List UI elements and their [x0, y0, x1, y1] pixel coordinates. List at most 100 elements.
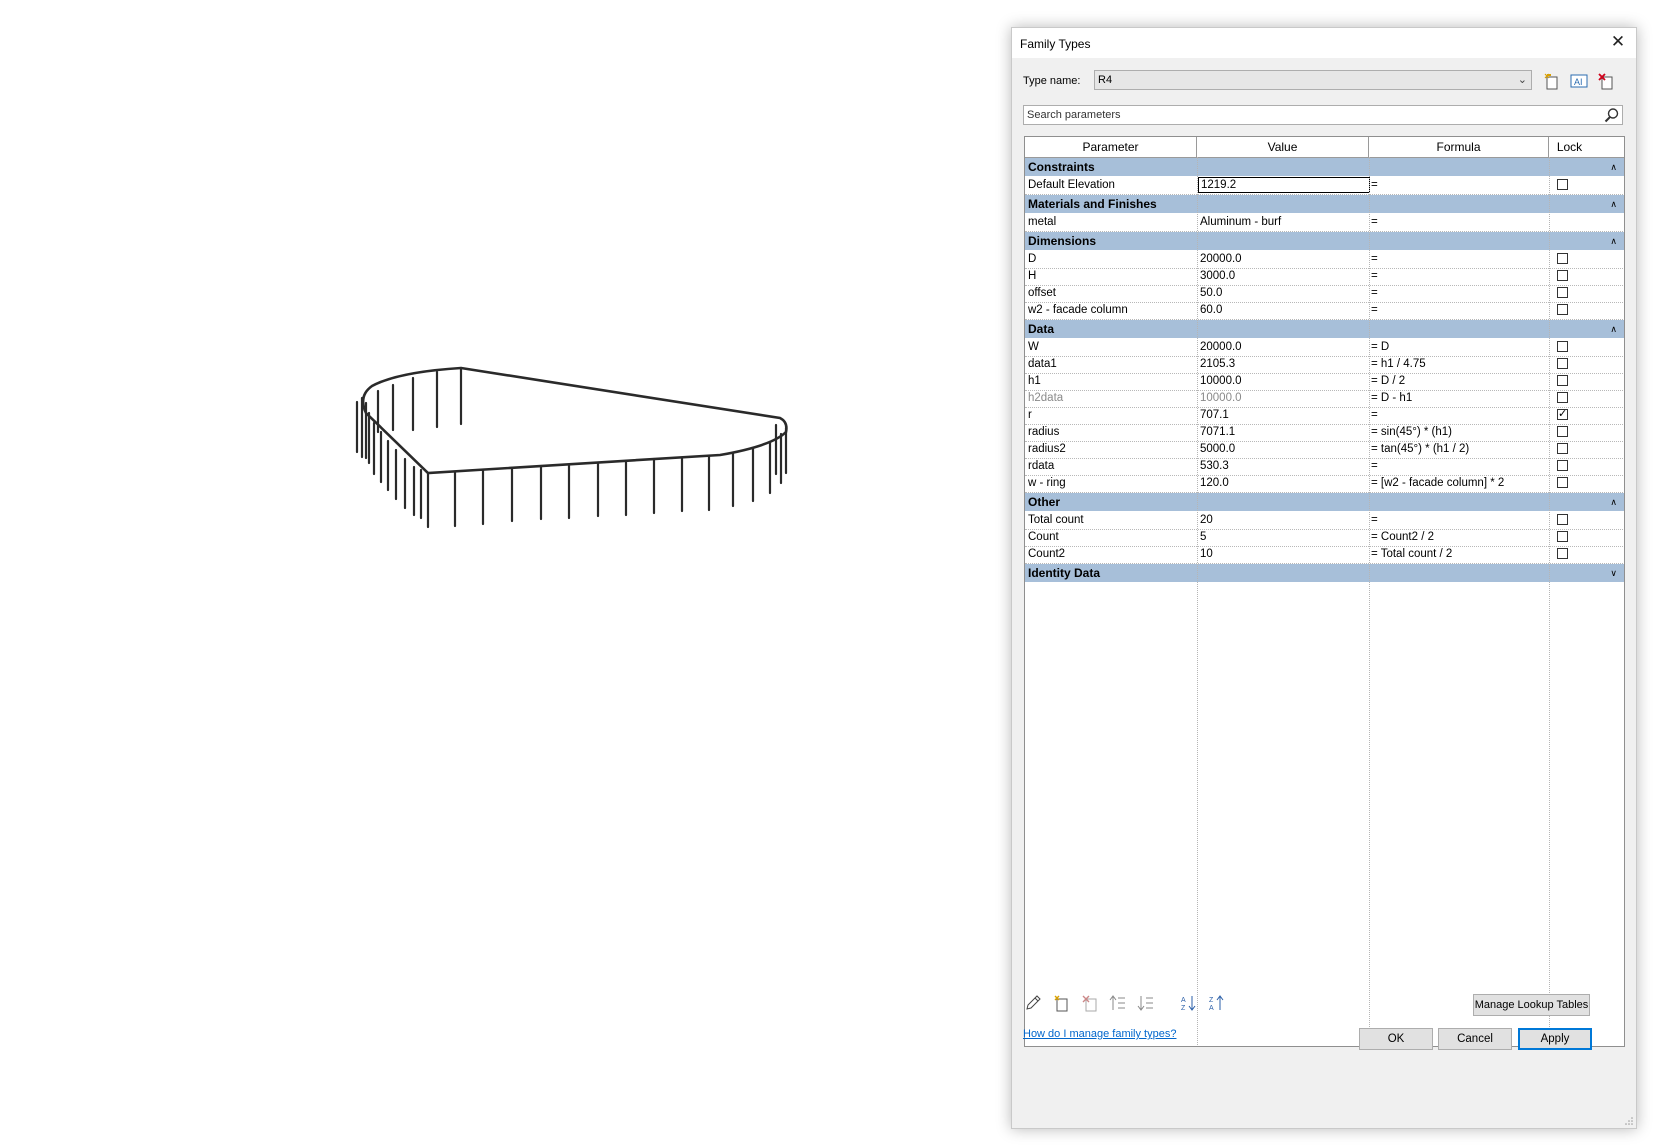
parameter-row[interactable]: Default Elevation 1219.2 = — [1025, 177, 1624, 195]
lock-checkbox[interactable] — [1557, 443, 1568, 454]
group-header[interactable]: Identity Data ∨ — [1025, 564, 1624, 582]
parameter-value[interactable]: 3000.0 — [1200, 268, 1370, 285]
parameter-row[interactable]: offset 50.0 = — [1025, 285, 1624, 303]
parameter-row[interactable]: W 20000.0 = D — [1025, 339, 1624, 357]
parameter-value[interactable]: 530.3 — [1200, 458, 1370, 475]
new-type-icon[interactable] — [1543, 72, 1561, 90]
parameter-formula[interactable]: = — [1371, 302, 1551, 319]
group-header[interactable]: Dimensions ∧ — [1025, 232, 1624, 250]
parameter-value[interactable]: 5000.0 — [1200, 441, 1370, 458]
parameter-row[interactable]: r 707.1 = — [1025, 407, 1624, 425]
parameter-value[interactable]: 20 — [1200, 512, 1370, 529]
group-header[interactable]: Data ∧ — [1025, 320, 1624, 338]
parameter-row[interactable]: data1 2105.3 = h1 / 4.75 — [1025, 356, 1624, 374]
parameter-formula[interactable]: = D / 2 — [1371, 373, 1551, 390]
parameter-row[interactable]: radius2 5000.0 = tan(45°) * (h1 / 2) — [1025, 441, 1624, 459]
sort-ascending-icon[interactable]: A Z — [1180, 994, 1198, 1012]
parameter-row[interactable]: radius 7071.1 = sin(45°) * (h1) — [1025, 424, 1624, 442]
manage-lookup-tables-button[interactable]: Manage Lookup Tables — [1473, 994, 1590, 1016]
lock-checkbox[interactable] — [1557, 407, 1568, 420]
parameter-row[interactable]: h1 10000.0 = D / 2 — [1025, 373, 1624, 391]
lock-checkbox[interactable] — [1557, 253, 1568, 264]
move-down-icon[interactable] — [1137, 994, 1155, 1012]
collapse-icon[interactable]: ∧ — [1610, 158, 1617, 176]
search-icon[interactable] — [1604, 107, 1620, 123]
parameter-formula[interactable]: = — [1371, 251, 1551, 268]
parameter-formula[interactable]: = — [1371, 285, 1551, 302]
lock-checkbox[interactable] — [1557, 341, 1568, 352]
parameter-row[interactable]: Count2 10 = Total count / 2 — [1025, 546, 1624, 564]
delete-parameter-icon[interactable] — [1081, 994, 1099, 1012]
sort-descending-icon[interactable]: Z A — [1208, 994, 1226, 1012]
type-name-select[interactable]: R4 ⌄ — [1094, 70, 1532, 90]
parameter-row[interactable]: w2 - facade column 60.0 = — [1025, 302, 1624, 320]
search-parameters-input[interactable]: Search parameters — [1023, 105, 1623, 125]
group-header[interactable]: Other ∧ — [1025, 493, 1624, 511]
lock-checkbox[interactable] — [1557, 548, 1568, 559]
column-header-value[interactable]: Value — [1197, 137, 1369, 157]
parameter-formula[interactable]: = D - h1 — [1371, 390, 1551, 407]
lock-checkbox[interactable] — [1557, 270, 1568, 281]
parameter-row[interactable]: D 20000.0 = — [1025, 251, 1624, 269]
column-header-parameter[interactable]: Parameter — [1025, 137, 1197, 157]
parameter-row[interactable]: Total count 20 = — [1025, 512, 1624, 530]
collapse-icon[interactable]: ∧ — [1610, 320, 1617, 338]
delete-type-icon[interactable] — [1597, 72, 1615, 90]
parameter-formula[interactable]: = Total count / 2 — [1371, 546, 1551, 563]
parameter-formula[interactable]: = — [1371, 177, 1551, 194]
parameter-formula[interactable]: = sin(45°) * (h1) — [1371, 424, 1551, 441]
help-link[interactable]: How do I manage family types? — [1023, 1028, 1176, 1040]
column-header-formula[interactable]: Formula — [1369, 137, 1549, 157]
parameter-value[interactable]: 60.0 — [1200, 302, 1370, 319]
parameter-value-input[interactable]: 1219.2 — [1198, 177, 1370, 193]
lock-checkbox[interactable] — [1557, 460, 1568, 471]
parameter-value[interactable]: 120.0 — [1200, 475, 1370, 492]
parameter-value[interactable]: 707.1 — [1200, 407, 1370, 424]
apply-button[interactable]: Apply — [1518, 1028, 1592, 1050]
resize-grip-icon[interactable] — [1624, 1116, 1634, 1126]
parameter-row[interactable]: metal Aluminum - burf = — [1025, 214, 1624, 232]
lock-checkbox[interactable] — [1557, 287, 1568, 298]
lock-checkbox[interactable] — [1557, 304, 1568, 315]
new-parameter-icon[interactable] — [1053, 994, 1071, 1012]
parameter-row[interactable]: rdata 530.3 = — [1025, 458, 1624, 476]
cancel-button[interactable]: Cancel — [1438, 1028, 1512, 1050]
parameter-value[interactable]: 10000.0 — [1200, 390, 1370, 407]
collapse-icon[interactable]: ∧ — [1610, 493, 1617, 511]
lock-checkbox[interactable] — [1557, 531, 1568, 542]
parameter-value[interactable]: 7071.1 — [1200, 424, 1370, 441]
pencil-icon[interactable] — [1024, 994, 1042, 1012]
parameter-formula[interactable]: = — [1371, 214, 1551, 231]
parameter-value[interactable]: 2105.3 — [1200, 356, 1370, 373]
ok-button[interactable]: OK — [1359, 1028, 1433, 1050]
rename-type-icon[interactable]: AI — [1570, 72, 1588, 90]
move-up-icon[interactable] — [1109, 994, 1127, 1012]
parameter-formula[interactable]: = Count2 / 2 — [1371, 529, 1551, 546]
parameter-value[interactable]: 10 — [1200, 546, 1370, 563]
parameter-formula[interactable]: = tan(45°) * (h1 / 2) — [1371, 441, 1551, 458]
model-viewport[interactable] — [0, 0, 1000, 1143]
collapse-icon[interactable]: ∧ — [1610, 195, 1617, 213]
parameter-formula[interactable]: = — [1371, 268, 1551, 285]
close-icon[interactable]: ✕ — [1608, 32, 1628, 52]
parameter-row[interactable]: Count 5 = Count2 / 2 — [1025, 529, 1624, 547]
parameter-formula[interactable]: = — [1371, 407, 1551, 424]
parameter-formula[interactable]: = h1 / 4.75 — [1371, 356, 1551, 373]
parameter-value[interactable]: 5 — [1200, 529, 1370, 546]
lock-checkbox[interactable] — [1557, 179, 1568, 190]
parameter-value[interactable]: 10000.0 — [1200, 373, 1370, 390]
group-header[interactable]: Materials and Finishes ∧ — [1025, 195, 1624, 213]
parameter-formula[interactable]: = D — [1371, 339, 1551, 356]
parameter-row[interactable]: H 3000.0 = — [1025, 268, 1624, 286]
parameter-value[interactable]: 50.0 — [1200, 285, 1370, 302]
parameter-formula[interactable]: = — [1371, 458, 1551, 475]
lock-checkbox[interactable] — [1557, 358, 1568, 369]
column-header-lock[interactable]: Lock — [1549, 137, 1590, 157]
parameter-formula[interactable]: = — [1371, 512, 1551, 529]
parameter-value[interactable]: 20000.0 — [1200, 339, 1370, 356]
parameter-value[interactable]: Aluminum - burf — [1200, 214, 1370, 231]
lock-checkbox[interactable] — [1557, 392, 1568, 403]
lock-checkbox[interactable] — [1557, 514, 1568, 525]
parameter-row[interactable]: h2data 10000.0 = D - h1 — [1025, 390, 1624, 408]
expand-icon[interactable]: ∨ — [1610, 564, 1617, 582]
